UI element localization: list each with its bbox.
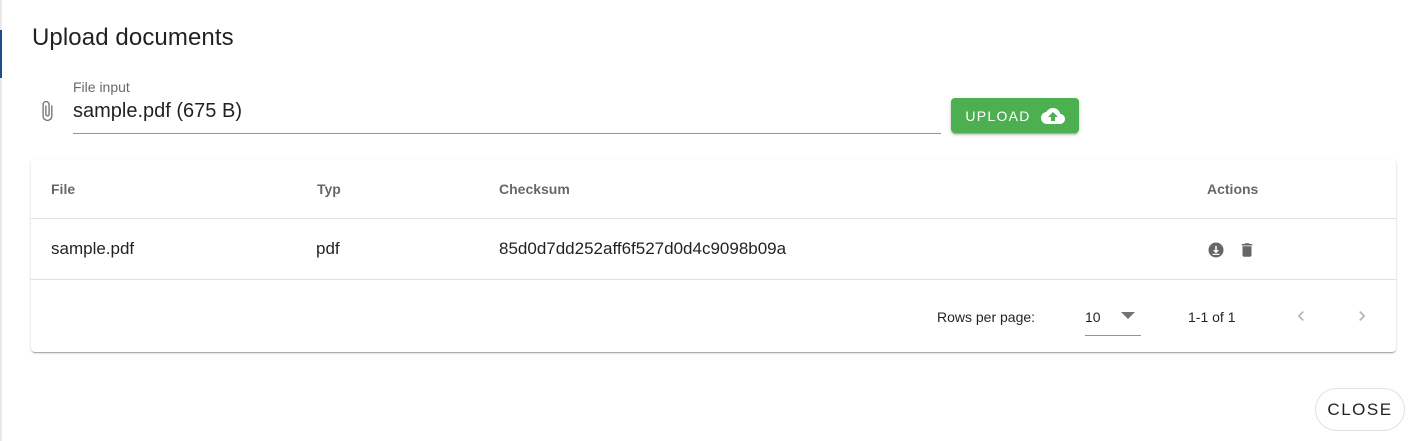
rows-per-page-label: Rows per page: bbox=[937, 309, 1036, 325]
caret-down-icon bbox=[1121, 312, 1135, 319]
delete-icon[interactable] bbox=[1238, 241, 1256, 259]
upload-button[interactable]: UPLOAD bbox=[951, 98, 1079, 133]
page-info: 1-1 of 1 bbox=[1188, 309, 1236, 325]
documents-table: File Typ Checksum Actions sample.pdf pdf… bbox=[31, 159, 1396, 352]
chevron-right-icon[interactable] bbox=[1352, 306, 1372, 326]
file-input[interactable]: File input sample.pdf (675 B) bbox=[73, 76, 941, 134]
column-header-type[interactable]: Typ bbox=[317, 181, 341, 197]
rows-per-page-select[interactable]: 10 bbox=[1085, 302, 1141, 336]
close-button[interactable]: CLOSE bbox=[1315, 388, 1405, 431]
cell-checksum: 85d0d7dd252aff6f527d0d4c9098b09a bbox=[499, 239, 787, 258]
upload-dialog: Upload documents File input sample.pdf (… bbox=[0, 0, 1426, 441]
dialog-title: Upload documents bbox=[32, 24, 234, 51]
download-icon[interactable] bbox=[1207, 241, 1225, 259]
file-input-label: File input bbox=[73, 79, 130, 95]
column-header-file[interactable]: File bbox=[51, 181, 75, 197]
upload-button-label: UPLOAD bbox=[965, 107, 1031, 124]
cloud-upload-icon bbox=[1040, 107, 1065, 124]
cell-type: pdf bbox=[316, 239, 340, 258]
table-row: sample.pdf pdf 85d0d7dd252aff6f527d0d4c9… bbox=[31, 219, 1396, 280]
chevron-left-icon[interactable] bbox=[1291, 306, 1311, 326]
file-input-value: sample.pdf (675 B) bbox=[73, 100, 242, 122]
rows-per-page-value: 10 bbox=[1085, 309, 1101, 325]
table-header: File Typ Checksum Actions bbox=[31, 159, 1396, 219]
column-header-actions: Actions bbox=[1207, 181, 1259, 197]
column-header-checksum[interactable]: Checksum bbox=[499, 181, 570, 197]
table-pagination: Rows per page: 10 1-1 of 1 bbox=[31, 280, 1396, 352]
file-input-row: File input sample.pdf (675 B) bbox=[32, 76, 1092, 140]
cell-file: sample.pdf bbox=[51, 239, 135, 258]
paperclip-icon[interactable] bbox=[36, 96, 58, 126]
